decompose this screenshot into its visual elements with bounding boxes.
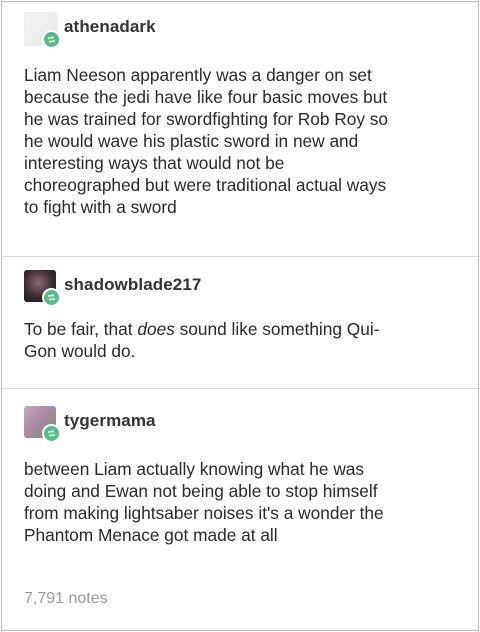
body-line: from making lightsaber noises it's a won… (24, 503, 384, 523)
body-line: he would wave his plastic sword in new a… (24, 131, 359, 151)
body-line: between Liam actually knowing what he wa… (24, 459, 365, 479)
reblog-icon (42, 30, 61, 49)
post-divider (2, 388, 480, 389)
post-shadowblade217: shadowblade217 To be fair, that does sou… (24, 270, 464, 362)
post-header: athenadark (24, 12, 464, 50)
username[interactable]: shadowblade217 (64, 275, 201, 295)
emphasis-text: does (137, 319, 175, 339)
body-text-segment: sound like something Qui- (174, 319, 380, 339)
body-line: because the jedi have like four basic mo… (24, 87, 388, 107)
notes-count[interactable]: 7,791 notes (24, 590, 108, 608)
post-athenadark: athenadark Liam Neeson apparently was a … (24, 12, 464, 218)
body-line: to fight with a sword (24, 197, 177, 217)
post-header: tygermama (24, 406, 464, 444)
body-text-segment: To be fair, that (24, 319, 138, 339)
post-body: between Liam actually knowing what he wa… (24, 458, 464, 546)
post-tygermama: tygermama between Liam actually knowing … (24, 406, 464, 546)
post-body: To be fair, that does sound like somethi… (24, 318, 464, 362)
body-line: Phantom Menace got made at all (24, 525, 278, 545)
reblog-icon (42, 288, 61, 307)
body-line: interesting ways that would not be (24, 153, 285, 173)
body-line: choreographed but were traditional actua… (24, 175, 387, 195)
post-divider (2, 256, 480, 257)
username[interactable]: tygermama (64, 411, 156, 431)
username[interactable]: athenadark (64, 17, 156, 37)
tumblr-post-card: athenadark Liam Neeson apparently was a … (1, 1, 480, 631)
body-line: he was trained for swordfighting for Rob… (24, 109, 389, 129)
body-line: To be fair, that does sound like somethi… (24, 318, 464, 340)
post-header: shadowblade217 (24, 270, 464, 308)
post-body: Liam Neeson apparently was a danger on s… (24, 64, 464, 218)
body-line: Liam Neeson apparently was a danger on s… (24, 65, 372, 85)
reblog-icon (42, 424, 61, 443)
body-line: Gon would do. (24, 341, 136, 361)
body-line: doing and Ewan not being able to stop hi… (24, 481, 378, 501)
